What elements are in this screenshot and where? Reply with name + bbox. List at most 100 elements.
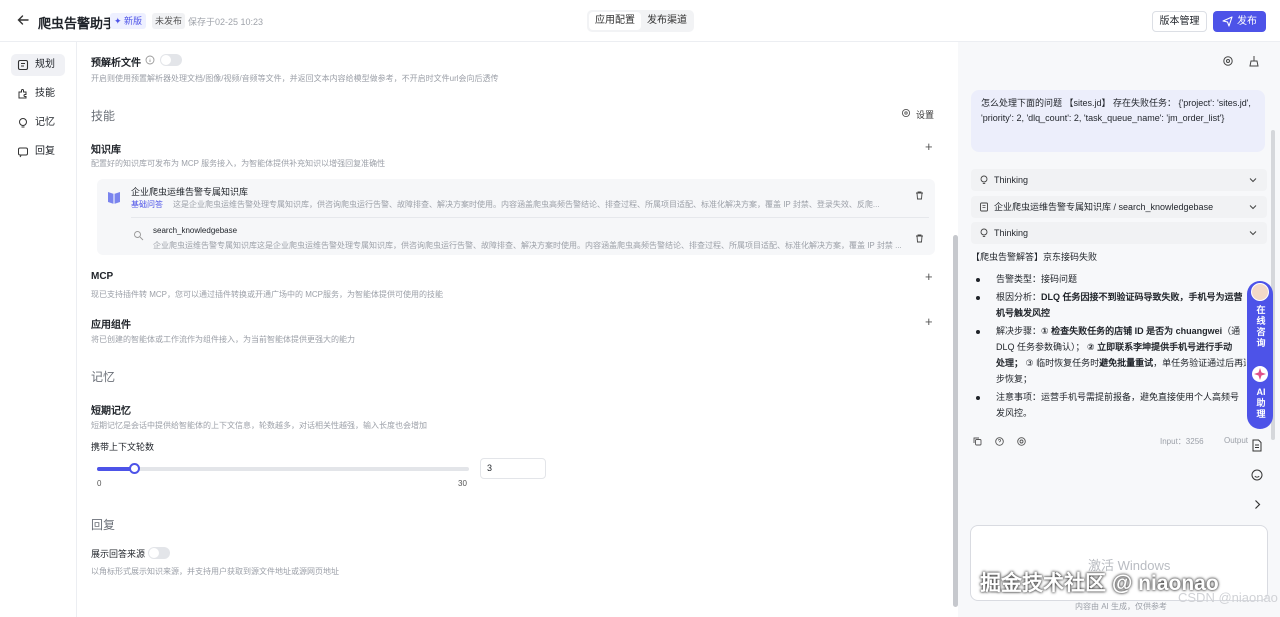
preparse-toggle[interactable]: [160, 54, 182, 66]
mcp-label: MCP: [91, 271, 114, 282]
reply-heading: 回复: [91, 518, 116, 532]
b2-prefix: 根因分析：: [996, 292, 1042, 302]
b3-tail: （通: [1222, 326, 1241, 336]
back-arrow-icon[interactable]: [16, 13, 30, 27]
chevron-down-icon: [1249, 205, 1257, 210]
b3-line3-mid: ③ 临时恢复任务时: [1025, 358, 1100, 368]
settings-gear-icon: [901, 108, 911, 118]
assistant-avatar: [1251, 283, 1269, 301]
kb-tool-desc: 企业爬虫运维告警专属知识库这是企业爬虫运维告警处理专属知识库，供咨询爬虫运行告警…: [153, 241, 902, 250]
skills-puzzle-icon: [18, 89, 27, 99]
show-source-toggle[interactable]: [148, 547, 170, 559]
kb-item-desc: 这是企业爬虫运维告警处理专属知识库，供咨询爬虫运行告警、故障排查、解决方案时使用…: [173, 200, 880, 209]
context-rounds-slider[interactable]: [97, 463, 469, 474]
ai-disclaimer: 内容由 AI 生成，仅供参考: [1075, 602, 1168, 611]
book-icon: [108, 192, 120, 204]
answer-bullet-1: 告警类型：接码问题: [996, 274, 1078, 284]
show-source-desc: 以角标形式展示知识来源，并支持用户获取到源文件地址或源网页地址: [91, 567, 339, 576]
answer-bullet-3: 解决步骤：① 检查失败任务的店铺 ID 是否为 chuangwei（通: [996, 323, 1246, 339]
chevron-right-icon[interactable]: [1253, 499, 1262, 510]
add-component-plus-icon[interactable]: +: [925, 315, 933, 328]
publish-button[interactable]: 发布: [1213, 11, 1266, 32]
online-consult-label[interactable]: 在线咨询: [1255, 305, 1267, 349]
bulb-icon: [980, 228, 988, 237]
tab-app-config[interactable]: 应用配置: [589, 12, 641, 30]
publish-button-label: 发布: [1237, 16, 1257, 27]
slider-min: 0: [97, 479, 102, 488]
add-kb-plus-icon[interactable]: +: [925, 140, 933, 153]
context-rounds-label: 携带上下文轮数: [91, 442, 155, 452]
search-tool-icon: [134, 231, 144, 241]
planning-icon: [17, 59, 29, 71]
reply-chat-icon: [18, 147, 28, 158]
context-rounds-input[interactable]: 3: [480, 458, 546, 479]
bullet-dot: [976, 396, 980, 400]
memory-bulb-icon: [19, 118, 27, 128]
nav-item-label: 规划: [35, 59, 55, 70]
config-panel: 预解析文件 开启则使用预置解析器处理文档/图像/视频/音频等文件，并返回文本内容…: [77, 42, 947, 617]
preparse-desc: 开启则使用预置解析器处理文档/图像/视频/音频等文件，并返回文本内容给模型做参考…: [91, 74, 499, 83]
delete-trash-icon[interactable]: [915, 234, 924, 243]
memory-heading: 记忆: [91, 370, 116, 384]
bullet-dot: [976, 296, 980, 300]
skills-settings-link[interactable]: 设置: [901, 108, 934, 121]
kb-desc: 配置好的知识库可发布为 MCP 服务接入，为智能体提供补充知识以增强回复准确性: [91, 159, 386, 168]
tool-call-collapsible[interactable]: 企业爬虫运维告警专属知识库 / search_knowledgebase: [971, 196, 1267, 218]
kb-doc-icon: [980, 202, 988, 212]
thinking-label: Thinking: [994, 175, 1029, 185]
debug-settings-icon[interactable]: [1222, 55, 1234, 67]
mcp-desc: 现已支持插件转 MCP，您可以通过插件转换或开通广场中的 MCP服务，为智能体提…: [91, 290, 443, 299]
answer-title: 【爬虫告警解答】京东接码失败: [971, 252, 1098, 262]
info-icon[interactable]: [145, 55, 155, 65]
bulb-icon: [980, 175, 988, 184]
add-mcp-plus-icon[interactable]: +: [925, 270, 933, 283]
answer-bullet-2: 根因分析：DLQ 任务因接不到验证码导致失败，手机号为运营: [996, 289, 1246, 305]
slider-max: 30: [458, 479, 467, 488]
app-title: 爬虫告警助手: [38, 16, 117, 31]
b3-line3-bold2: 避免批量重试: [1099, 358, 1154, 368]
version-management-button[interactable]: 版本管理: [1152, 11, 1207, 32]
copy-icon[interactable]: [973, 437, 982, 446]
skills-heading: 技能: [91, 109, 116, 123]
bullet-dot: [976, 278, 980, 282]
nav-item-memory[interactable]: 记忆: [11, 112, 65, 134]
nav-item-label: 技能: [35, 88, 55, 99]
thinking-collapsible-2[interactable]: Thinking: [971, 222, 1267, 244]
kb-label: 知识库: [91, 145, 121, 156]
kb-item-name: 企业爬虫运维告警专属知识库: [131, 187, 249, 197]
bullet-dot: [976, 330, 980, 334]
slider-handle[interactable]: [129, 463, 140, 474]
preparse-label: 预解析文件: [91, 58, 141, 69]
target-icon[interactable]: [1017, 437, 1026, 446]
short-memory-label: 短期记忆: [91, 406, 131, 417]
component-desc: 将已创建的智能体或工作流作为组件接入，为当前智能体提供更强大的能力: [91, 335, 355, 344]
nav-item-skills[interactable]: 技能: [11, 83, 65, 105]
document-icon[interactable]: [1251, 439, 1263, 452]
floating-assistant-bar[interactable]: 在线咨询 AI助理: [1247, 281, 1273, 429]
b3-bold: ① 检查失败任务的店铺 ID 是否为 chuangwei: [1041, 326, 1223, 336]
answer-bullet-2-line2: 机号触发风控: [996, 308, 1051, 318]
tab-publish-channel[interactable]: 发布渠道: [641, 12, 693, 30]
csdn-watermark: CSDN @niaonao: [1178, 590, 1278, 605]
top-header: 爬虫告警助手 ✦ 新版 未发布 保存于02-25 10:23 应用配置 发布渠道…: [0, 0, 1280, 42]
component-label: 应用组件: [91, 320, 131, 331]
help-circle-icon[interactable]: [995, 437, 1004, 446]
smile-face-icon[interactable]: [1251, 469, 1263, 481]
output-token-count: Output: [1224, 436, 1249, 445]
b2-bold: DLQ 任务因接不到验证码导致失败，手机号为运营: [1041, 292, 1243, 302]
clear-broom-icon[interactable]: [1248, 55, 1260, 67]
nav-item-planning[interactable]: 规划: [11, 54, 65, 76]
answer-bullet-4-line2: 发风控。: [996, 408, 1033, 418]
nav-item-reply[interactable]: 回复: [11, 141, 65, 163]
kb-divider: [131, 217, 929, 218]
config-tabs: 应用配置 发布渠道: [587, 10, 694, 32]
short-memory-desc: 短期记忆是会话中提供给智能体的上下文信息，轮数越多，对话相关性越强，输入长度也会…: [91, 421, 427, 430]
answer-bullet-3-line3: 处理； ③ 临时恢复任务时避免批量重试，单任务验证通过后再逐: [996, 355, 1246, 371]
chat-preview-panel: 怎么处理下面的问题 【sites.jd】 存在失败任务： {'project':…: [958, 42, 1280, 617]
send-icon: [1222, 16, 1233, 27]
chevron-down-icon: [1249, 231, 1257, 236]
answer-bullet-3-line4: 步恢复；: [996, 374, 1033, 384]
thinking-collapsible-1[interactable]: Thinking: [971, 169, 1267, 191]
ai-assistant-label[interactable]: AI助理: [1255, 387, 1267, 420]
delete-trash-icon[interactable]: [915, 191, 924, 200]
